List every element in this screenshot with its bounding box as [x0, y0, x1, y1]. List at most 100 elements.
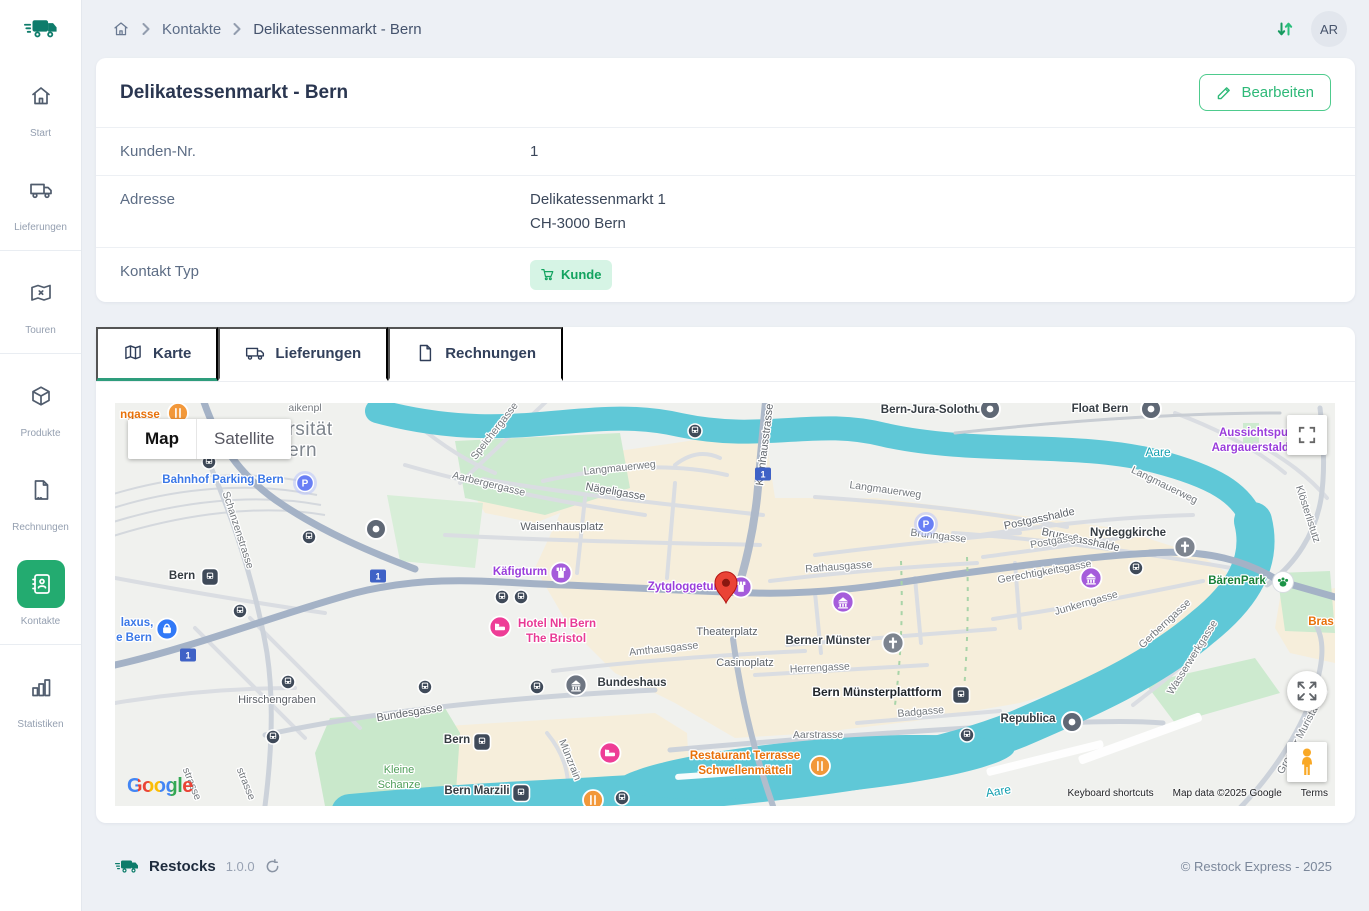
transit-marker[interactable] — [688, 424, 702, 438]
transit-marker[interactable] — [233, 604, 247, 618]
transit-marker[interactable] — [530, 680, 544, 694]
museum-marker[interactable] — [833, 591, 854, 612]
tab-karte[interactable]: Karte — [96, 327, 218, 381]
bigdot-marker[interactable] — [1062, 712, 1082, 732]
museum-marker[interactable] — [1081, 567, 1102, 588]
hotel-marker[interactable] — [490, 616, 511, 637]
transit-marker[interactable] — [418, 680, 432, 694]
sidebar-item-start[interactable]: Start — [0, 58, 81, 152]
sidebar-item-label: Statistiken — [17, 719, 63, 730]
restaurant-marker[interactable] — [583, 790, 603, 806]
route-marker[interactable]: 1 — [180, 648, 196, 661]
google-logo[interactable]: Google — [127, 775, 193, 798]
sidebar-item-kontakte[interactable]: Kontakte — [0, 546, 81, 640]
stationsq-marker[interactable] — [513, 784, 530, 801]
map-label: Theaterplatz — [696, 626, 757, 638]
sidebar-item-rechnungen[interactable]: Rechnungen — [0, 452, 81, 546]
fullscreen-button[interactable] — [1287, 415, 1327, 455]
tab-rechnungen[interactable]: Rechnungen — [388, 327, 563, 381]
sidebar-item-produkte[interactable]: Produkte — [0, 358, 81, 452]
svg-text:1: 1 — [185, 650, 190, 660]
transit-marker[interactable] — [495, 590, 509, 604]
map-label: Hotel NH Bern — [518, 618, 596, 630]
sidebar-item-label: Touren — [25, 325, 56, 336]
map-label: Nydeggkirche — [1090, 527, 1166, 539]
sidebar-item-statistiken[interactable]: Statistiken — [0, 649, 81, 743]
cart-icon — [541, 268, 554, 281]
transit-marker[interactable] — [266, 730, 280, 744]
stationsq-marker[interactable] — [953, 686, 970, 703]
map[interactable]: ngasseaikenplSpeichergasseBern-Jura-Solo… — [115, 403, 1335, 806]
sidebar-divider — [0, 644, 81, 645]
document-icon — [415, 343, 435, 363]
parking-marker[interactable]: P — [914, 512, 938, 536]
keyboard-shortcuts-link[interactable]: Keyboard shortcuts — [1067, 788, 1153, 799]
sidebar-item-lieferungen[interactable]: Lieferungen — [0, 152, 81, 246]
sidebar-item-touren[interactable]: Touren — [0, 255, 81, 349]
contact-type-badge-label: Kunde — [561, 265, 601, 285]
map-label: Restaurant Terrasse — [690, 750, 800, 762]
bundeshaus-marker[interactable] — [566, 674, 587, 695]
app-window: Start Lieferungen Touren Produkte Rechnu… — [0, 0, 1369, 911]
map-label: Float Bern — [1072, 403, 1129, 415]
shopping-marker[interactable] — [157, 618, 178, 639]
map-type-map-button[interactable]: Map — [128, 419, 196, 459]
tower-marker[interactable] — [551, 562, 572, 583]
sidebar-divider — [0, 250, 81, 251]
truck-icon — [245, 343, 265, 363]
breadcrumb-kontakte[interactable]: Kontakte — [162, 21, 221, 38]
tab-lieferungen[interactable]: Lieferungen — [218, 327, 388, 381]
church-marker[interactable] — [883, 632, 904, 653]
pan-control-button[interactable] — [1287, 671, 1327, 711]
sidebar-item-label: Start — [30, 128, 51, 139]
terms-link[interactable]: Terms — [1301, 788, 1328, 799]
transit-marker[interactable] — [960, 728, 974, 742]
route-map-icon — [29, 281, 53, 305]
svg-text:1: 1 — [760, 469, 765, 479]
route-marker[interactable]: 1 — [755, 467, 771, 480]
main-area: Kontakte Delikatessenmarkt - Bern AR Del… — [82, 0, 1369, 911]
tab-label: Rechnungen — [445, 345, 536, 362]
transit-marker[interactable] — [615, 791, 629, 805]
map-label: Bundeshaus — [597, 677, 666, 689]
footer-version: 1.0.0 — [226, 859, 255, 874]
map-label: Aussichtspun — [1219, 427, 1295, 439]
hotel-marker[interactable] — [600, 742, 621, 763]
sort-arrows-icon[interactable] — [1275, 19, 1295, 39]
app-logo[interactable] — [0, 0, 81, 58]
map-canvas[interactable]: ngasseaikenplSpeichergasseBern-Jura-Solo… — [115, 403, 1335, 806]
document-icon — [29, 478, 53, 502]
map-type-control: Map Satellite — [128, 419, 291, 459]
address-book-icon — [29, 572, 53, 596]
contact-type-badge: Kunde — [530, 260, 612, 290]
parking-marker[interactable]: P — [293, 471, 317, 495]
edit-button[interactable]: Bearbeiten — [1199, 74, 1331, 111]
bigdot-marker[interactable] — [1141, 403, 1161, 419]
restaurant-marker[interactable] — [810, 756, 830, 776]
pegman-button[interactable] — [1287, 742, 1327, 782]
cube-icon — [29, 384, 53, 408]
map-type-satellite-button[interactable]: Satellite — [196, 419, 291, 459]
sidebar-divider — [0, 353, 81, 354]
transit-marker[interactable] — [1129, 561, 1143, 575]
stationsq-marker[interactable] — [202, 568, 219, 585]
transit-marker[interactable] — [281, 675, 295, 689]
refresh-button[interactable] — [265, 859, 280, 874]
avatar[interactable]: AR — [1311, 11, 1347, 47]
home-icon — [29, 84, 53, 108]
bigdot-marker[interactable] — [366, 519, 386, 539]
transit-marker[interactable] — [302, 530, 316, 544]
paw-marker[interactable] — [1273, 571, 1294, 592]
stationsq-marker[interactable] — [474, 733, 491, 750]
field-value: Delikatessenmarkt 1 CH-3000 Bern — [530, 188, 666, 235]
bigdot-marker[interactable] — [980, 403, 1000, 419]
svg-text:1: 1 — [375, 571, 380, 581]
route-marker[interactable]: 1 — [370, 569, 386, 582]
map-label: Aarstrasse — [793, 729, 843, 741]
transit-marker[interactable] — [514, 590, 528, 604]
field-label: Kunden-Nr. — [120, 140, 530, 163]
breadcrumb-home-icon[interactable] — [112, 20, 130, 38]
church-marker[interactable] — [1175, 536, 1196, 557]
page-title: Delikatessenmarkt - Bern — [120, 82, 348, 104]
map-label: Bern — [444, 734, 470, 746]
